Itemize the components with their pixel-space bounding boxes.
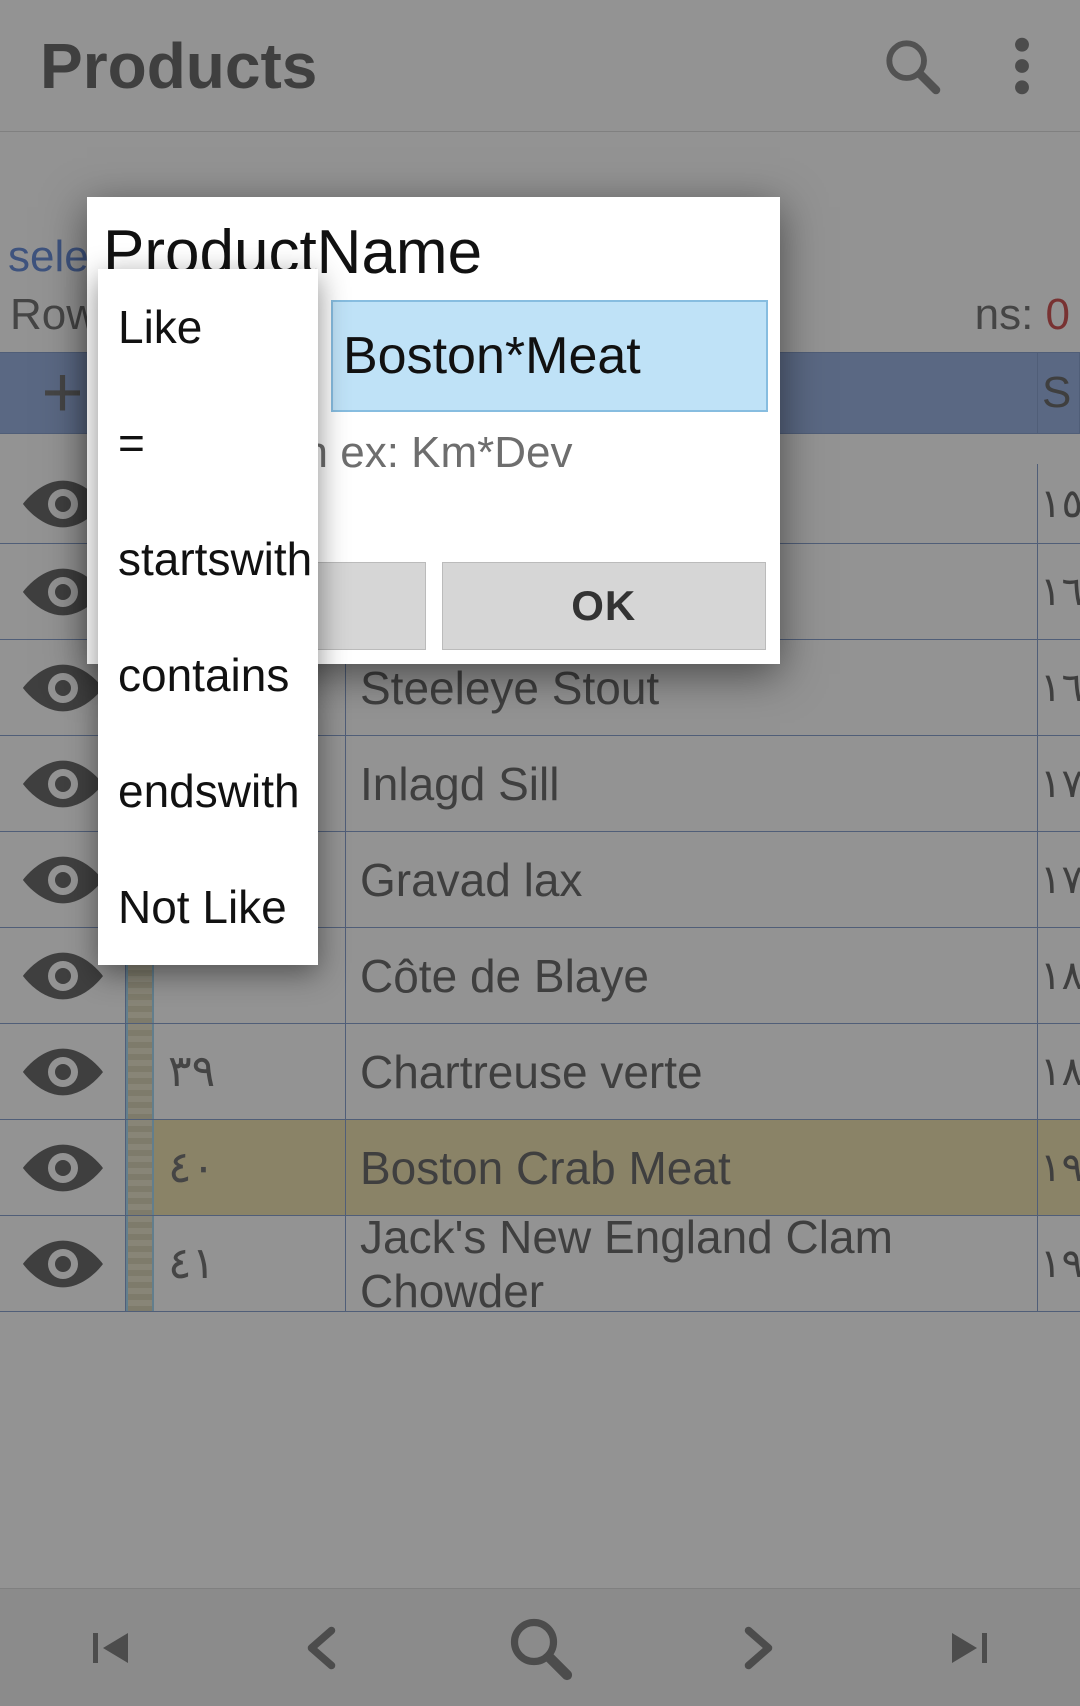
operator-option[interactable]: endswith <box>98 733 318 849</box>
filter-value-input[interactable]: Boston*Meat <box>331 300 768 412</box>
operator-dropdown: Like=startswithcontainsendswithNot Like <box>98 269 318 965</box>
ok-button[interactable]: OK <box>442 562 767 650</box>
operator-option[interactable]: = <box>98 385 318 501</box>
operator-option[interactable]: contains <box>98 617 318 733</box>
operator-option[interactable]: Like <box>98 269 318 385</box>
operator-option[interactable]: startswith <box>98 501 318 617</box>
operator-option[interactable]: Not Like <box>98 849 318 965</box>
